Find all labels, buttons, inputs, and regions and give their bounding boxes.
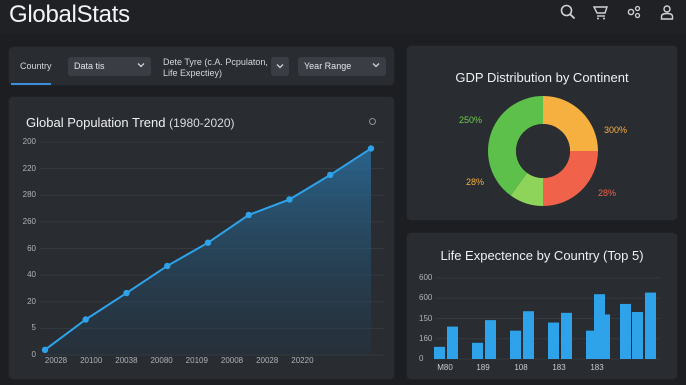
cart-icon[interactable] [592, 3, 610, 21]
population-point [41, 346, 49, 354]
population-x-tick: 20028 [44, 356, 68, 365]
data-type-select[interactable] [271, 57, 289, 76]
population-x-tick: 20080 [150, 356, 173, 365]
life-x-tick: 183 [552, 363, 566, 372]
chevron-down-icon [276, 64, 284, 69]
app-title: GlobalStats [9, 1, 130, 28]
search-icon[interactable] [559, 3, 577, 21]
life-expectancy-panel: Life Expectence by Country (Top 5) 600 60… [407, 233, 677, 379]
life-x-tick: M80 [437, 363, 453, 372]
year-range-value: Year Range [304, 61, 352, 71]
pie-label-green: 250% [459, 115, 483, 125]
life-bar [594, 294, 605, 359]
life-bar [510, 330, 521, 359]
population-x-tick: 20109 [185, 356, 208, 365]
population-point [123, 289, 130, 297]
population-point [286, 196, 293, 203]
population-point [367, 145, 375, 152]
population-y-tick: 20 [27, 296, 36, 306]
pie-label-orange-left: 28% [466, 177, 485, 187]
data-type-label-line2: Life Expectiey) [163, 68, 223, 78]
filter-bar: Country Data tis Dete Tyre (c.A. Pcpulat… [9, 47, 394, 85]
population-y-tick: 60 [27, 243, 36, 253]
life-x-tick: 189 [476, 363, 490, 372]
top-bar: GlobalStats [0, 0, 686, 34]
year-range-select[interactable]: Year Range [298, 57, 386, 76]
population-point [82, 316, 89, 323]
user-icon[interactable] [658, 3, 676, 21]
population-title-years: (1980-2020) [169, 116, 235, 130]
population-chart-panel: Global Population Trend (1980-2020) 200 2… [9, 97, 394, 379]
life-x-tick: 108 [514, 363, 528, 372]
population-y-tick: 200 [22, 137, 36, 146]
life-y-tick: 600 [419, 293, 433, 303]
population-chart [40, 141, 384, 356]
population-y-tick: 40 [27, 270, 36, 280]
population-point [204, 239, 212, 246]
data-select[interactable]: Data tis [68, 57, 151, 76]
life-y-tick: 150 [419, 313, 433, 323]
population-x-tick: 20038 [115, 356, 138, 365]
life-bar [561, 312, 572, 359]
data-type-label: Dete Tyre (c.A. Pcpulaton, Life Expectie… [163, 57, 268, 79]
life-x-tick: 183 [590, 363, 604, 372]
population-chart-title: Global Population Trend (1980-2020) [26, 115, 235, 130]
life-bar [620, 303, 631, 359]
population-point [327, 171, 334, 179]
top-icons [559, 3, 676, 21]
population-y-tick: 5 [31, 323, 36, 333]
population-y-tick: 0 [31, 350, 36, 359]
data-type-label-line1: Dete Tyre (c.A. Pcpulaton, [163, 57, 268, 67]
life-y-tick: 160 [419, 333, 433, 343]
life-bar [472, 342, 483, 359]
population-point [245, 211, 252, 219]
life-y-tick: 600 [419, 273, 433, 282]
chart-options-icon[interactable] [369, 118, 376, 125]
donut-hole [516, 124, 570, 178]
life-bar [523, 311, 534, 359]
active-filter-indicator [11, 83, 51, 85]
population-x-tick: 20220 [291, 356, 314, 365]
life-bar-chart [434, 277, 659, 360]
population-y-tick: 260 [22, 216, 36, 226]
population-x-tick: 20008 [220, 356, 244, 365]
life-bar [447, 326, 458, 359]
gdp-donut-chart [488, 96, 598, 206]
chevron-down-icon [137, 63, 145, 68]
population-y-tick: 280 [22, 190, 36, 200]
life-bar [645, 292, 656, 359]
population-x-tick: 20100 [80, 356, 103, 365]
settings-icon[interactable] [625, 3, 643, 21]
gdp-chart-panel: GDP Distribution by Continent 250% 300% … [407, 46, 677, 220]
population-point [164, 262, 171, 270]
population-y-tick: 220 [22, 163, 36, 173]
pie-label-orange-right: 300% [604, 125, 628, 135]
life-y-tick: 0 [419, 354, 424, 363]
chevron-down-icon [372, 63, 380, 68]
country-filter-label[interactable]: Country [20, 61, 52, 71]
population-x-tick: 20028 [256, 356, 279, 365]
life-bar [548, 322, 559, 359]
life-bar [632, 312, 643, 359]
data-select-value: Data tis [74, 61, 105, 71]
pie-label-red: 28% [598, 188, 617, 198]
population-title-text: Global Population Trend [26, 115, 166, 130]
life-bar [485, 320, 496, 359]
